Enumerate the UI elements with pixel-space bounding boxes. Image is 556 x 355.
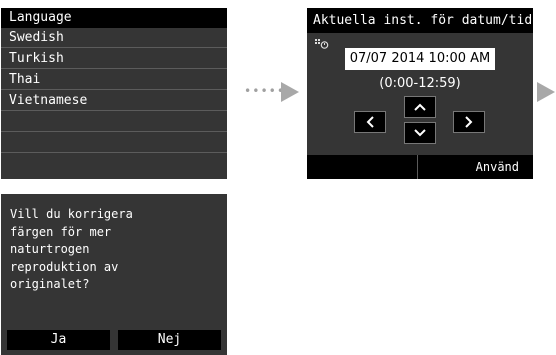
bottom-bar: Använd <box>307 155 533 179</box>
flow-arrow-icon <box>281 82 299 102</box>
no-button[interactable]: Nej <box>118 330 221 350</box>
language-item-swedish[interactable]: Swedish <box>1 28 227 48</box>
language-title: Language <box>1 8 227 28</box>
language-item-empty[interactable] <box>1 112 227 132</box>
language-item-vietnamese[interactable]: Vietnamese <box>1 91 227 111</box>
language-item-empty[interactable] <box>1 133 227 153</box>
flow-arrow-icon <box>537 82 555 102</box>
date-time-screen: Aktuella inst. för datum/tid 07/07 2014 … <box>307 8 533 179</box>
date-time-title: Aktuella inst. för datum/tid <box>307 8 533 33</box>
yes-button[interactable]: Ja <box>7 330 110 350</box>
date-time-field[interactable]: 07/07 2014 10:00 AM <box>345 48 495 70</box>
chevron-left-icon <box>366 116 374 128</box>
flow-dots: ••••• <box>244 84 286 98</box>
dialog-message: Vill du korrigera färgen för mer naturtr… <box>10 207 133 291</box>
chevron-up-icon <box>414 103 426 111</box>
language-item-thai[interactable]: Thai <box>1 70 227 90</box>
next-button[interactable] <box>453 111 485 133</box>
color-correction-dialog: Vill du korrigera färgen för mer naturtr… <box>1 194 227 355</box>
clock-settings-icon <box>315 38 329 52</box>
language-item-turkish[interactable]: Turkish <box>1 49 227 69</box>
decrease-button[interactable] <box>404 122 436 144</box>
time-range-hint: (0:00-12:59) <box>379 76 461 91</box>
increase-button[interactable] <box>404 96 436 118</box>
chevron-down-icon <box>414 129 426 137</box>
chevron-right-icon <box>465 116 473 128</box>
language-screen: Language Swedish Turkish Thai Vietnamese <box>1 8 227 179</box>
apply-button[interactable]: Använd <box>418 155 533 179</box>
previous-button[interactable] <box>354 111 386 133</box>
